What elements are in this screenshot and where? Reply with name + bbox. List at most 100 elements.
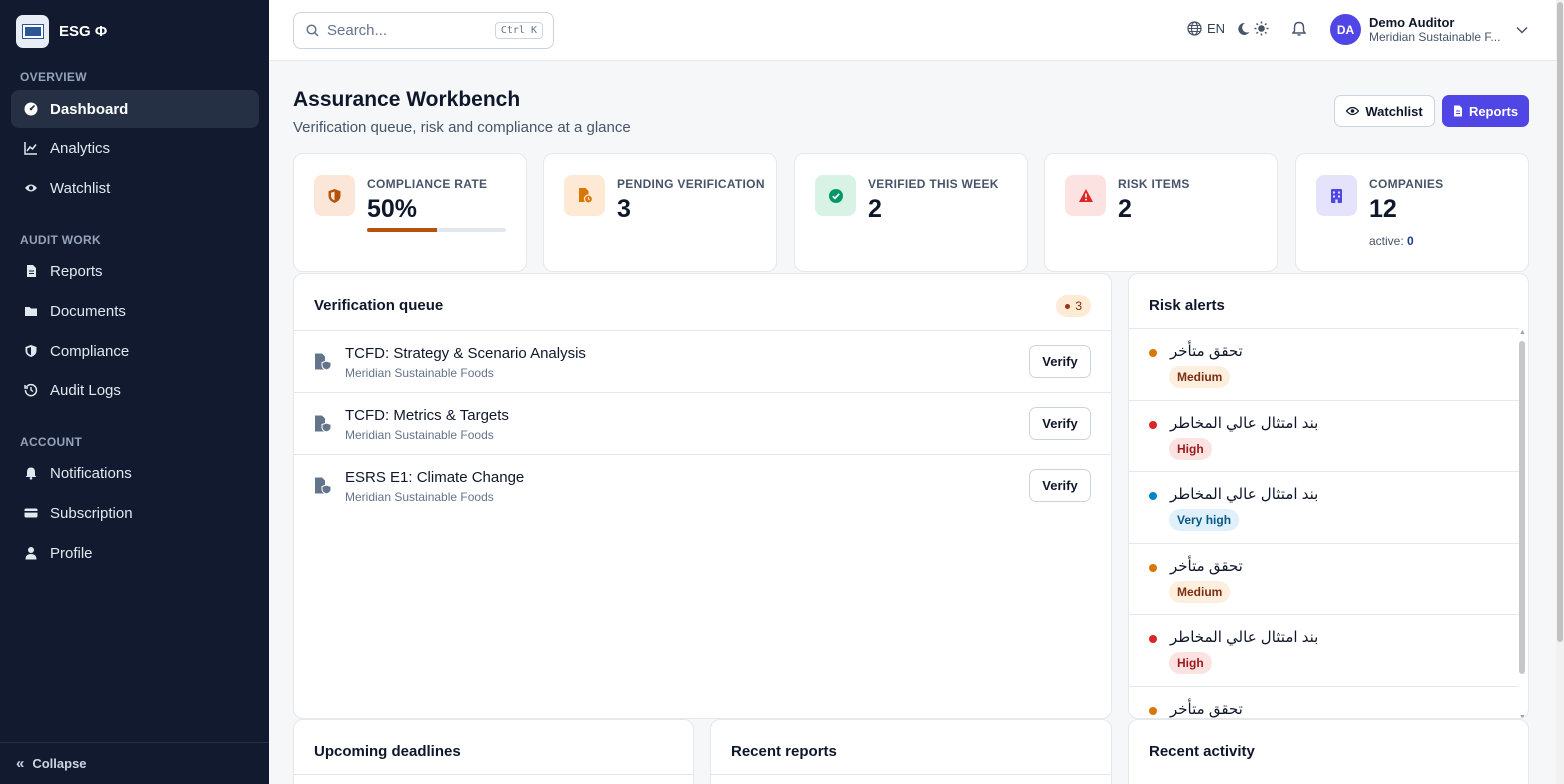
bell-icon bbox=[1291, 21, 1307, 36]
stat-label: VERIFIED THIS WEEK bbox=[868, 177, 999, 191]
compliance-progress-bar bbox=[367, 228, 506, 232]
upcoming-deadlines-panel: Upcoming deadlines bbox=[293, 719, 694, 784]
moon-icon bbox=[1238, 22, 1250, 35]
sidebar-item-notifications[interactable]: Notifications bbox=[11, 454, 259, 492]
status-dot-icon bbox=[1149, 563, 1157, 572]
sidebar-item-watchlist[interactable]: Watchlist bbox=[11, 169, 259, 207]
queue-item[interactable]: TCFD: Strategy & Scenario Analysis Merid… bbox=[294, 330, 1111, 392]
risk-alert-title: تحقق متأخر bbox=[1170, 557, 1243, 575]
theme-toggle[interactable] bbox=[1237, 21, 1269, 36]
risk-alert-title: تحقق متأخر bbox=[1170, 700, 1243, 718]
page-scrollbar[interactable] bbox=[1556, 0, 1564, 784]
verification-queue-panel: Verification queue 3 TCFD: Strategy & Sc… bbox=[293, 273, 1112, 719]
sidebar-item-dashboard[interactable]: Dashboard bbox=[11, 90, 259, 128]
sidebar-item-profile[interactable]: Profile bbox=[11, 534, 259, 572]
risk-level-badge: High bbox=[1169, 652, 1212, 674]
brand-logo-icon bbox=[16, 14, 49, 48]
sidebar-item-label: Profile bbox=[50, 544, 93, 562]
nav-section-overview: OVERVIEW bbox=[20, 70, 87, 84]
topbar: Ctrl K EN DA Demo Auditor Meridian Susta… bbox=[269, 0, 1556, 61]
stat-icon-bg bbox=[1065, 175, 1106, 216]
sidebar-item-label: Subscription bbox=[50, 504, 133, 522]
risk-alert-item[interactable]: تحقق متأخرMedium bbox=[1129, 685, 1519, 719]
user-org: Meridian Sustainable F... bbox=[1369, 29, 1501, 44]
risk-level-badge: High bbox=[1169, 437, 1212, 460]
risk-alert-item[interactable]: بند امتثال عالي المخاطر High bbox=[1129, 614, 1519, 685]
user-menu[interactable]: DA Demo Auditor Meridian Sustainable F..… bbox=[1330, 14, 1528, 45]
sidebar-item-analytics[interactable]: Analytics bbox=[11, 129, 259, 167]
notifications-button[interactable] bbox=[1291, 21, 1307, 42]
sidebar-item-label: Dashboard bbox=[50, 100, 129, 118]
search-icon bbox=[306, 24, 319, 37]
nav-section-audit-work: AUDIT WORK bbox=[20, 233, 101, 247]
stat-icon-bg bbox=[314, 175, 355, 216]
sun-icon bbox=[1254, 21, 1269, 36]
sidebar-item-label: Audit Logs bbox=[50, 381, 121, 399]
sidebar-item-compliance[interactable]: Compliance bbox=[11, 332, 259, 370]
nav-section-account: ACCOUNT bbox=[20, 435, 83, 449]
language-label: EN bbox=[1207, 21, 1226, 36]
queue-item-title: ESRS E1: Climate Change bbox=[345, 469, 525, 486]
scroll-up-icon[interactable]: ▲ bbox=[1519, 329, 1526, 336]
recent-reports-panel: Recent reports bbox=[710, 719, 1112, 784]
risk-alert-item[interactable]: بند امتثال عالي المخاطر High bbox=[1129, 399, 1519, 471]
queue-item[interactable]: ESRS E1: Climate Change Meridian Sustain… bbox=[294, 454, 1111, 516]
queue-item[interactable]: TCFD: Metrics & Targets Meridian Sustain… bbox=[294, 392, 1111, 454]
panel-title: Verification queue bbox=[314, 297, 444, 314]
sidebar-item-label: Reports bbox=[50, 262, 103, 280]
stat-card-companies: COMPANIES 12 active: 0 bbox=[1295, 153, 1529, 272]
queue-item-org: Meridian Sustainable Foods bbox=[345, 490, 494, 504]
stat-value: 2 bbox=[868, 195, 882, 223]
sidebar-item-documents[interactable]: Documents bbox=[11, 292, 259, 330]
sidebar-item-reports[interactable]: Reports bbox=[11, 252, 259, 290]
reports-button[interactable]: Reports bbox=[1442, 95, 1529, 127]
risk-alert-item[interactable]: بند امتثال عالي المخاطر Very high bbox=[1129, 471, 1519, 542]
file-shield-icon bbox=[315, 353, 332, 371]
panel-title: Recent activity bbox=[1149, 743, 1255, 760]
panel-title: Recent reports bbox=[731, 743, 837, 760]
stat-value: 3 bbox=[617, 195, 631, 223]
brand[interactable]: ESG Φ bbox=[16, 14, 107, 48]
folder-icon bbox=[25, 307, 37, 316]
page-subtitle: Verification queue, risk and compliance … bbox=[293, 119, 631, 136]
warning-icon bbox=[1078, 189, 1093, 202]
queue-count: 3 bbox=[1075, 299, 1082, 313]
history-icon bbox=[24, 383, 38, 397]
watchlist-button-label: Watchlist bbox=[1365, 103, 1423, 119]
sidebar-item-audit-logs[interactable]: Audit Logs bbox=[11, 371, 259, 409]
status-dot-icon bbox=[1149, 349, 1157, 357]
stat-card-pending-verification: PENDING VERIFICATION 3 bbox=[543, 153, 777, 272]
check-circle-icon bbox=[828, 188, 843, 203]
search-box[interactable]: Ctrl K bbox=[293, 12, 554, 49]
file-icon bbox=[27, 265, 36, 277]
verify-button[interactable]: Verify bbox=[1029, 469, 1091, 502]
stat-icon-bg bbox=[815, 175, 856, 216]
eye-icon bbox=[25, 184, 37, 192]
risk-alert-item[interactable]: تحقق متأخرMedium bbox=[1129, 328, 1519, 399]
recent-activity-panel: Recent activity bbox=[1128, 719, 1529, 784]
search-input[interactable] bbox=[327, 22, 487, 39]
collapse-button[interactable]: « Collapse bbox=[0, 742, 269, 784]
queue-item-org: Meridian Sustainable Foods bbox=[345, 428, 494, 442]
risk-alert-item[interactable]: تحقق متأخر Medium bbox=[1129, 542, 1519, 614]
risk-scrollbar[interactable]: ▲ ▼ bbox=[1518, 329, 1526, 718]
stat-value: 2 bbox=[1118, 195, 1132, 223]
watchlist-button[interactable]: Watchlist bbox=[1334, 95, 1435, 127]
collapse-label: Collapse bbox=[32, 756, 87, 771]
file-clock-icon bbox=[578, 188, 593, 204]
sidebar-item-label: Watchlist bbox=[50, 179, 111, 197]
verify-button[interactable]: Verify bbox=[1029, 345, 1091, 378]
sidebar-item-subscription[interactable]: Subscription bbox=[11, 494, 259, 532]
verify-button[interactable]: Verify bbox=[1029, 407, 1091, 440]
stat-sub: active: 0 bbox=[1369, 234, 1414, 248]
risk-alert-title: بند امتثال عالي المخاطر bbox=[1170, 486, 1319, 503]
queue-item-org: Meridian Sustainable Foods bbox=[345, 366, 494, 380]
risk-level-badge: Medium bbox=[1169, 580, 1231, 603]
panel-title: Risk alerts bbox=[1149, 297, 1225, 314]
gauge-icon bbox=[24, 102, 38, 116]
queue-count-badge: 3 bbox=[1056, 295, 1091, 317]
language-switcher[interactable]: EN bbox=[1187, 21, 1225, 36]
dot-icon bbox=[1065, 303, 1071, 309]
search-shortcut: Ctrl K bbox=[494, 22, 543, 39]
brand-name: ESG Φ bbox=[59, 22, 108, 40]
